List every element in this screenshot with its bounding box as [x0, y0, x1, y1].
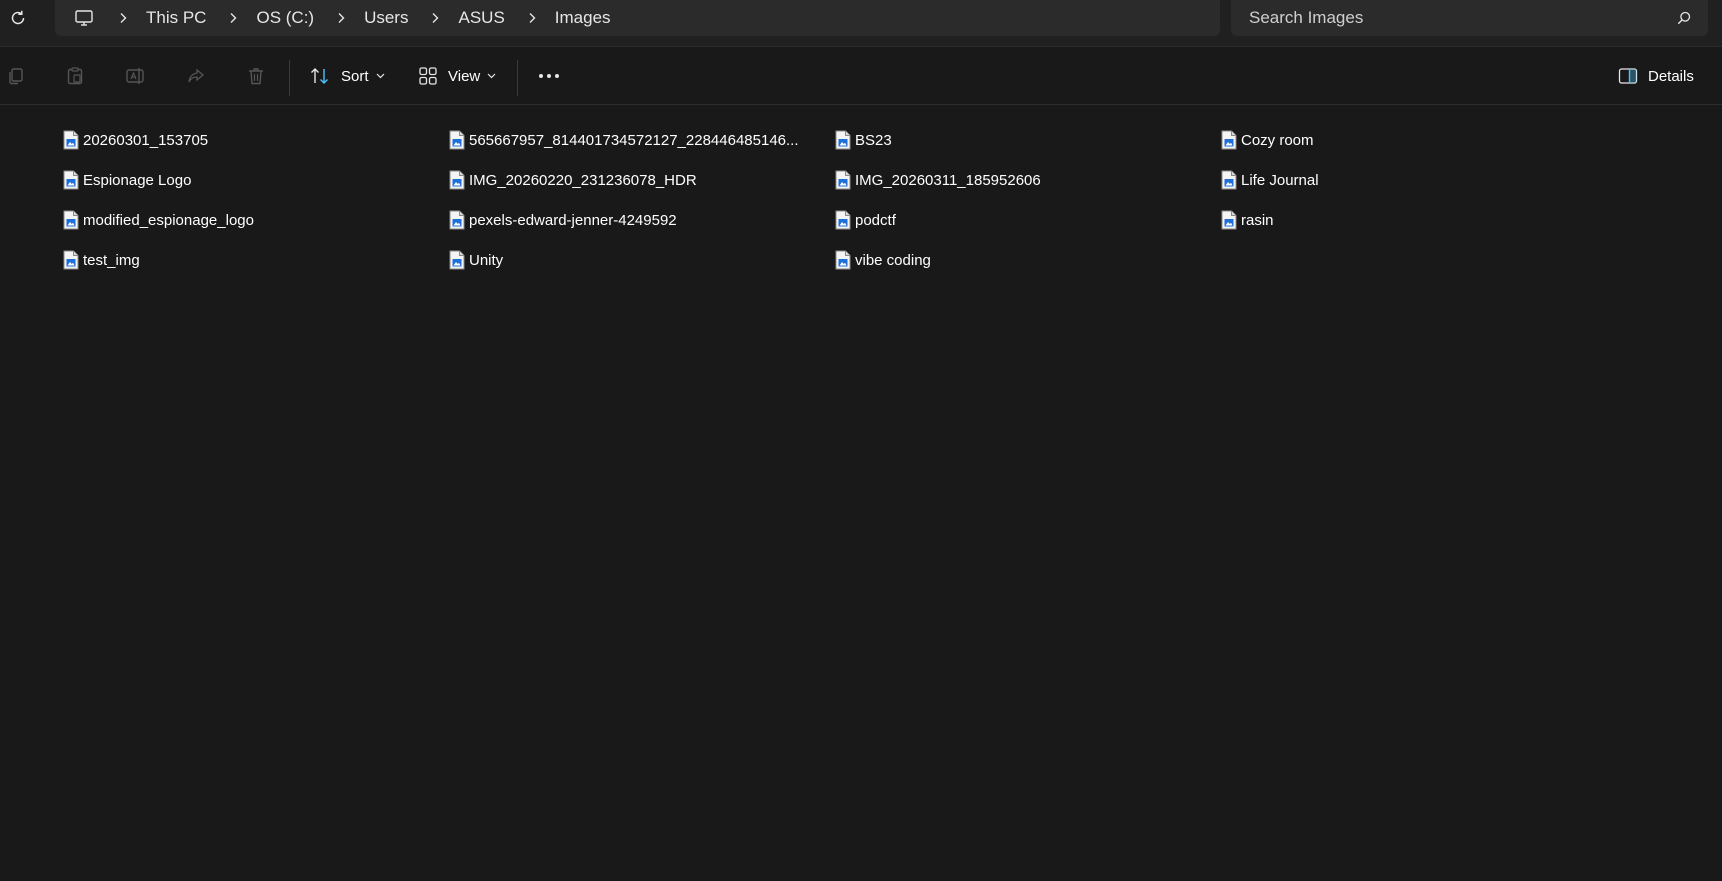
image-file-icon: [449, 210, 465, 230]
image-file-icon: [835, 130, 851, 150]
file-item[interactable]: 20260301_153705: [63, 120, 449, 160]
search-input[interactable]: [1249, 8, 1676, 28]
file-view[interactable]: 20260301_153705 565667957_81440173457212…: [0, 106, 1722, 881]
file-item[interactable]: IMG_20260311_185952606: [835, 160, 1221, 200]
file-name: IMG_20260220_231236078_HDR: [469, 171, 697, 189]
share-button[interactable]: [180, 60, 212, 92]
breadcrumb-chevron-button[interactable]: [424, 6, 446, 30]
image-file-icon: [63, 210, 79, 230]
breadcrumb-this-pc[interactable]: This PC: [146, 6, 206, 30]
image-file-icon: [835, 170, 851, 190]
file-item[interactable]: Espionage Logo: [63, 160, 449, 200]
chevron-right-icon: [120, 13, 127, 23]
file-item[interactable]: 565667957_814401734572127_228446485146..…: [449, 120, 835, 160]
chevron-down-icon: [376, 73, 385, 79]
sort-label: Sort: [341, 67, 369, 85]
share-icon: [188, 68, 205, 83]
image-file-icon: [1221, 170, 1237, 190]
breadcrumb-users[interactable]: Users: [364, 6, 408, 30]
rename-button[interactable]: [120, 60, 152, 92]
refresh-icon: [11, 10, 25, 25]
chevron-right-icon: [432, 13, 439, 23]
file-name: IMG_20260311_185952606: [855, 171, 1041, 189]
search-icon[interactable]: [1676, 10, 1692, 26]
file-item[interactable]: modified_espionage_logo: [63, 200, 449, 240]
file-item[interactable]: BS23: [835, 120, 1221, 160]
image-file-icon: [449, 170, 465, 190]
address-row: This PC OS (C:) Users ASUS Images: [0, 0, 1722, 47]
breadcrumb-images[interactable]: Images: [555, 6, 611, 30]
address-bar[interactable]: This PC OS (C:) Users ASUS Images: [55, 0, 1220, 36]
breadcrumb-chevron-button[interactable]: [330, 6, 352, 30]
image-file-icon: [835, 210, 851, 230]
breadcrumb-os-c[interactable]: OS (C:): [256, 6, 314, 30]
file-item[interactable]: Unity: [449, 240, 835, 280]
image-file-icon: [1221, 210, 1237, 230]
search-box[interactable]: [1231, 0, 1708, 36]
chevron-right-icon: [529, 13, 536, 23]
file-item[interactable]: vibe coding: [835, 240, 1221, 280]
view-grid-icon: [419, 67, 437, 85]
image-file-icon: [449, 250, 465, 270]
sort-button[interactable]: Sort: [303, 60, 391, 92]
file-name: BS23: [855, 131, 892, 149]
file-name: modified_espionage_logo: [83, 211, 254, 229]
breadcrumb-chevron-button[interactable]: [222, 6, 244, 30]
file-name: Unity: [469, 251, 504, 269]
sort-icon: [311, 68, 328, 84]
file-name: vibe coding: [855, 251, 931, 269]
copy-button[interactable]: [0, 60, 32, 92]
file-name: Cozy room: [1241, 131, 1314, 149]
more-options-button[interactable]: [533, 60, 565, 92]
image-file-icon: [835, 250, 851, 270]
trash-icon: [249, 68, 263, 85]
chevron-right-icon: [338, 13, 345, 23]
toolbar-divider: [289, 60, 290, 96]
file-name: podctf: [855, 211, 896, 229]
file-item[interactable]: pexels-edward-jenner-4249592: [449, 200, 835, 240]
paste-button[interactable]: [59, 60, 91, 92]
details-label: Details: [1648, 67, 1694, 85]
view-label: View: [448, 67, 481, 85]
image-file-icon: [1221, 130, 1237, 150]
more-icon: [539, 74, 559, 78]
refresh-button[interactable]: [4, 4, 32, 32]
chevron-right-icon: [230, 13, 237, 23]
file-item[interactable]: IMG_20260220_231236078_HDR: [449, 160, 835, 200]
this-pc-root-button[interactable]: [72, 6, 96, 30]
file-name: 565667957_814401734572127_228446485146..…: [469, 131, 799, 149]
image-file-icon: [63, 130, 79, 150]
file-item[interactable]: test_img: [63, 240, 449, 280]
breadcrumb-asus[interactable]: ASUS: [458, 6, 504, 30]
file-name: rasin: [1241, 211, 1274, 229]
file-name: Life Journal: [1241, 171, 1319, 189]
details-pane-icon: [1618, 68, 1638, 84]
details-pane-button[interactable]: Details: [1612, 60, 1700, 92]
file-name: 20260301_153705: [83, 131, 209, 149]
file-name: Espionage Logo: [83, 171, 192, 189]
file-item[interactable]: rasin: [1221, 200, 1607, 240]
image-file-icon: [449, 130, 465, 150]
image-file-icon: [63, 250, 79, 270]
toolbar-divider: [517, 60, 518, 96]
file-item[interactable]: Cozy room: [1221, 120, 1607, 160]
monitor-icon: [75, 10, 93, 26]
breadcrumb-chevron-button[interactable]: [112, 6, 134, 30]
file-grid: 20260301_153705 565667957_81440173457212…: [63, 120, 1607, 280]
delete-button[interactable]: [240, 60, 272, 92]
paste-icon: [67, 67, 83, 85]
copy-icon: [9, 68, 23, 85]
command-bar: Sort View Details: [0, 48, 1722, 105]
file-item[interactable]: Life Journal: [1221, 160, 1607, 200]
file-name: pexels-edward-jenner-4249592: [469, 211, 677, 229]
rename-icon: [126, 68, 144, 84]
chevron-down-icon: [487, 73, 496, 79]
file-item[interactable]: podctf: [835, 200, 1221, 240]
view-button[interactable]: View: [412, 60, 502, 92]
file-name: test_img: [83, 251, 140, 269]
image-file-icon: [63, 170, 79, 190]
breadcrumb-chevron-button[interactable]: [521, 6, 543, 30]
